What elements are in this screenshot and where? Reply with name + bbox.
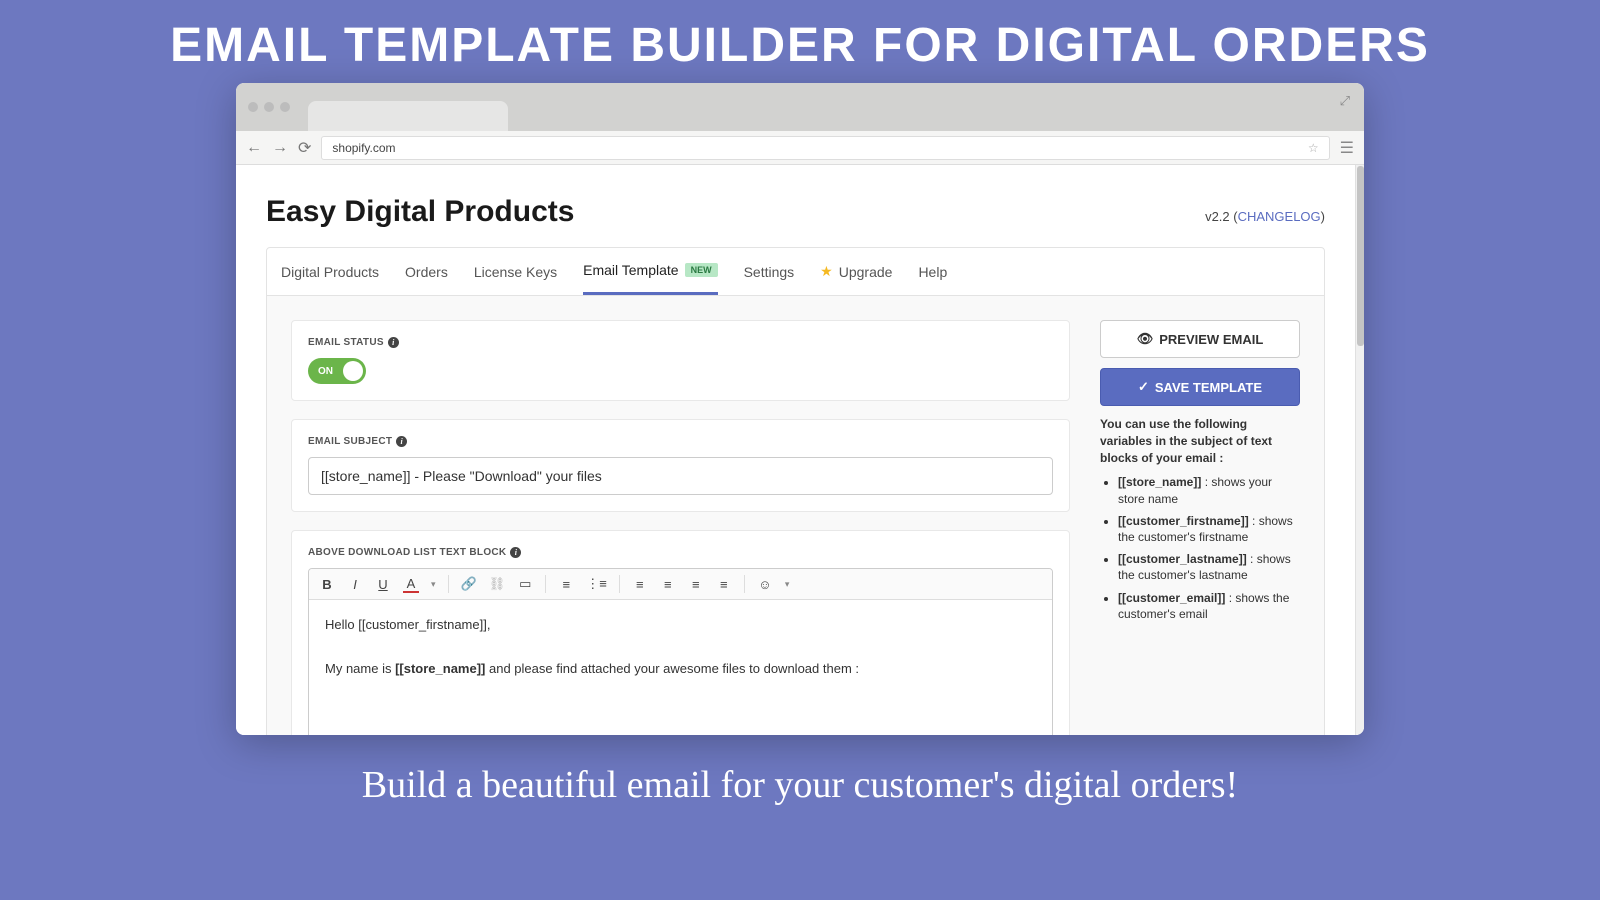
bookmark-star-icon[interactable]: ☆ (1308, 141, 1319, 155)
back-icon[interactable]: ← (246, 139, 262, 157)
italic-icon[interactable]: I (347, 577, 363, 592)
browser-tab-bar: ⤢ (236, 83, 1364, 131)
tab-license-keys[interactable]: License Keys (474, 248, 557, 295)
variables-help-text: You can use the following variables in t… (1100, 416, 1300, 466)
browser-address-bar: ← → ⟳ shopify.com ☆ ☰ (236, 131, 1364, 165)
version-label: v2.2 (CHANGELOG) (1205, 209, 1325, 224)
info-icon[interactable]: i (396, 436, 407, 447)
insert-icon[interactable]: ▭ (517, 576, 533, 592)
info-icon[interactable]: i (510, 547, 521, 558)
expand-icon[interactable]: ⤢ (1340, 93, 1350, 109)
changelog-link[interactable]: CHANGELOG (1238, 209, 1321, 224)
preview-email-button[interactable]: 👁 PREVIEW EMAIL (1100, 320, 1300, 358)
browser-window: ⤢ ← → ⟳ shopify.com ☆ ☰ Easy Digital Pro… (236, 83, 1364, 735)
ordered-list-icon[interactable]: ≡ (558, 577, 574, 592)
variables-list: [[store_name]] : shows your store name [… (1100, 474, 1300, 622)
url-input[interactable]: shopify.com ☆ (321, 136, 1329, 160)
email-status-toggle[interactable]: ON (308, 358, 366, 384)
reload-icon[interactable]: ⟳ (298, 138, 311, 158)
align-right-icon[interactable]: ≡ (688, 577, 704, 592)
promo-subheadline: Build a beautiful email for your custome… (0, 735, 1600, 835)
list-item: [[store_name]] : shows your store name (1118, 474, 1300, 506)
page-title: Easy Digital Products (266, 195, 574, 229)
unordered-list-icon[interactable]: ⋮≡ (586, 576, 607, 592)
star-icon: ★ (820, 263, 833, 280)
tab-help[interactable]: Help (918, 248, 947, 295)
url-text: shopify.com (332, 141, 395, 155)
promo-headline: EMAIL TEMPLATE BUILDER FOR DIGITAL ORDER… (0, 0, 1600, 83)
check-icon: ✓ (1138, 379, 1149, 395)
save-template-button[interactable]: ✓ SAVE TEMPLATE (1100, 368, 1300, 406)
browser-tab[interactable] (308, 101, 508, 131)
align-left-icon[interactable]: ≡ (632, 577, 648, 592)
underline-icon[interactable]: U (375, 577, 391, 592)
forward-icon[interactable]: → (272, 139, 288, 157)
email-subject-input[interactable] (308, 457, 1053, 495)
tab-settings[interactable]: Settings (744, 248, 795, 295)
tab-digital-products[interactable]: Digital Products (281, 248, 379, 295)
rich-text-editor: B I U A▾ 🔗 ⛓ ▭ ≡ ⋮≡ (308, 568, 1053, 735)
list-item: [[customer_firstname]] : shows the custo… (1118, 513, 1300, 545)
window-max-dot[interactable] (280, 102, 290, 112)
email-subject-label: EMAIL SUBJECTi (308, 436, 1053, 447)
email-status-label: EMAIL STATUSi (308, 337, 1053, 348)
above-block-label: ABOVE DOWNLOAD LIST TEXT BLOCKi (308, 547, 1053, 558)
editor-content[interactable]: Hello [[customer_firstname]], My name is… (309, 600, 1052, 735)
tab-email-template[interactable]: Email Template NEW (583, 248, 717, 295)
scrollbar[interactable] (1355, 165, 1364, 735)
info-icon[interactable]: i (388, 337, 399, 348)
tab-bar: Digital Products Orders License Keys Ema… (266, 247, 1325, 296)
tab-orders[interactable]: Orders (405, 248, 448, 295)
unlink-icon[interactable]: ⛓ (489, 576, 506, 592)
list-item: [[customer_lastname]] : shows the custom… (1118, 551, 1300, 583)
window-min-dot[interactable] (264, 102, 274, 112)
eye-icon: 👁 (1137, 331, 1154, 347)
emoji-icon[interactable]: ☺ (757, 577, 773, 592)
text-color-icon[interactable]: A (403, 576, 419, 593)
align-justify-icon[interactable]: ≡ (716, 577, 732, 592)
window-close-dot[interactable] (248, 102, 258, 112)
list-item: [[customer_email]] : shows the customer'… (1118, 590, 1300, 622)
bold-icon[interactable]: B (319, 577, 335, 592)
new-badge: NEW (685, 263, 718, 277)
align-center-icon[interactable]: ≡ (660, 577, 676, 592)
browser-menu-icon[interactable]: ☰ (1340, 138, 1354, 158)
tab-upgrade[interactable]: ★ Upgrade (820, 248, 892, 295)
editor-toolbar: B I U A▾ 🔗 ⛓ ▭ ≡ ⋮≡ (309, 569, 1052, 600)
link-icon[interactable]: 🔗 (461, 576, 477, 592)
